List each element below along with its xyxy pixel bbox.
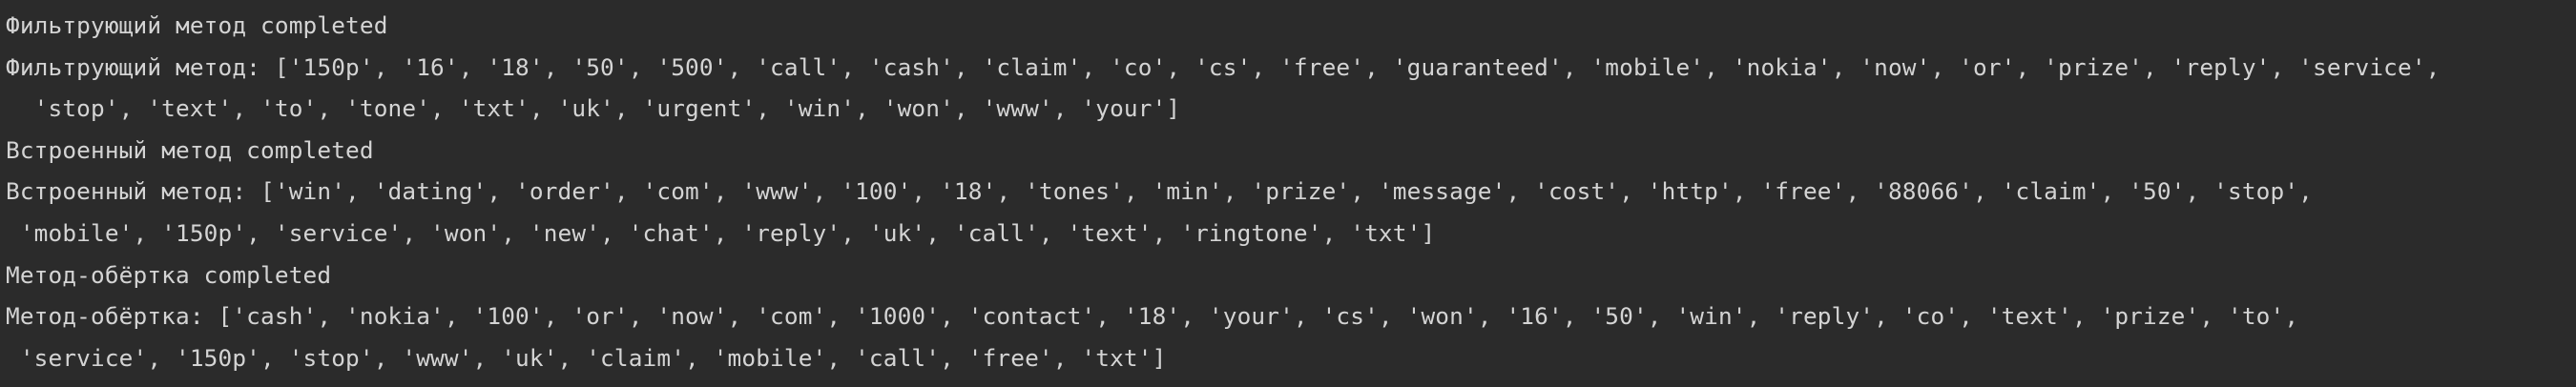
console-output[interactable]: Фильтрующий метод completed Фильтрующий … — [0, 0, 2576, 387]
console-line-wrapper-result: Метод-обёртка: ['cash', 'nokia', '100', … — [6, 302, 2299, 331]
console-line-wrapper-status: Метод-обёртка completed — [6, 260, 332, 289]
console-line-embedded-result: Встроенный метод: ['win', 'dating', 'ord… — [6, 177, 2314, 206]
console-line-embedded-result-continued: 'mobile', '150p', 'service', 'won', 'new… — [6, 218, 1436, 247]
console-line-wrapper-result-continued: 'service', '150p', 'stop', 'www', 'uk', … — [6, 343, 1167, 372]
console-line-embedded-status: Встроенный метод completed — [6, 135, 374, 164]
console-line-filter-result: Фильтрующий метод: ['150p', '16', '18', … — [6, 52, 2441, 81]
console-line-filter-status: Фильтрующий метод completed — [6, 11, 388, 39]
console-line-filter-result-continued: 'stop', 'text', 'to', 'tone', 'txt', 'uk… — [6, 94, 1181, 123]
